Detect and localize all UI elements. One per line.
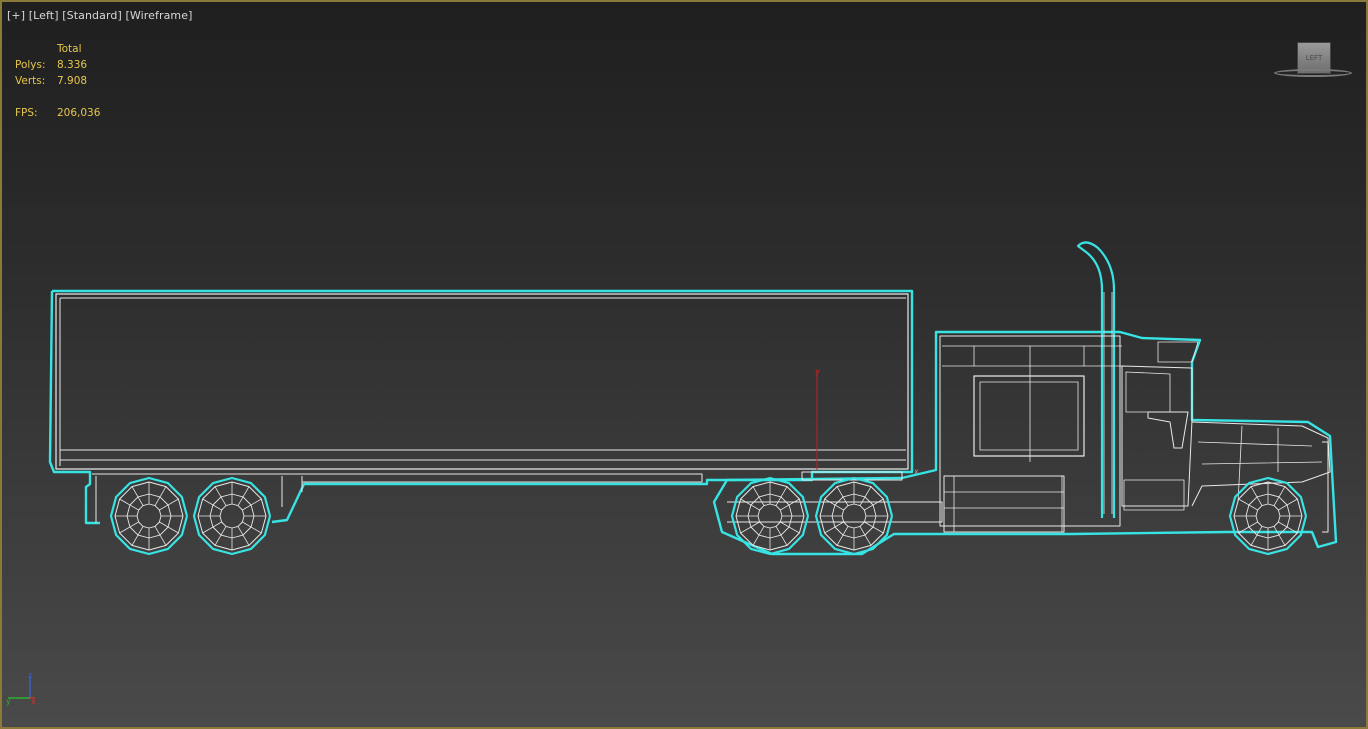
- wheel-1[interactable]: [109, 476, 189, 556]
- axis-x-label: x: [31, 697, 36, 706]
- grille: [1322, 441, 1329, 533]
- axis-tripod-icon: z x y: [6, 671, 36, 706]
- axis-z-label: z: [28, 671, 32, 680]
- cab-door: [1121, 365, 1193, 507]
- sleeper-window: [973, 375, 1085, 457]
- viewport-left[interactable]: [+] [Left] [Standard] [Wireframe] Total …: [0, 0, 1368, 729]
- fuel-tank: [943, 475, 1065, 533]
- wheel-3[interactable]: [730, 476, 810, 556]
- axis-y-label: y: [6, 697, 11, 706]
- wheel-2[interactable]: [192, 476, 272, 556]
- pivot-x-label: x: [914, 467, 919, 476]
- wheels-group[interactable]: [109, 476, 1308, 556]
- wheel-5[interactable]: [1228, 476, 1308, 556]
- pivot-axis-label: y: [815, 367, 821, 377]
- trailer-selection-outline: [48, 289, 914, 525]
- wheel-4[interactable]: [814, 476, 894, 556]
- trailer-mesh[interactable]: [48, 289, 914, 525]
- mirror: [1147, 411, 1189, 449]
- trailer-box: [55, 293, 909, 470]
- tractor-mesh[interactable]: [712, 241, 1338, 556]
- truck-wireframe-model[interactable]: y x: [2, 2, 1366, 727]
